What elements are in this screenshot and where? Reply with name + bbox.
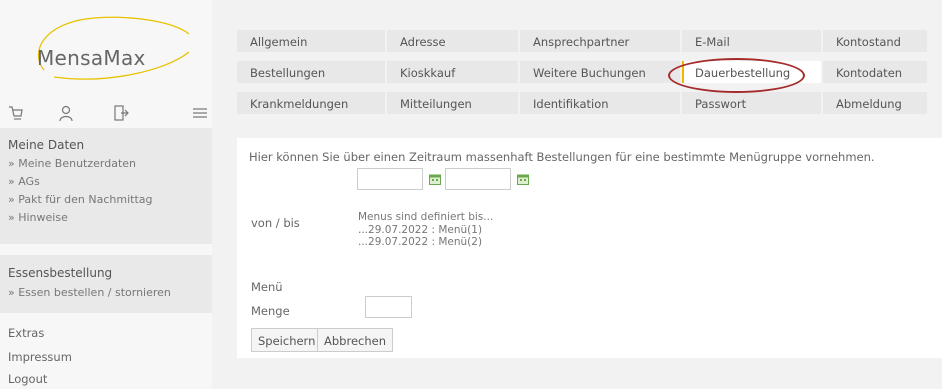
sidebar-icon-row xyxy=(0,104,212,124)
sidebar-item-hinweise[interactable]: » Hinweise xyxy=(0,211,212,224)
sidebar: MensaMax Meine Daten » Meine Benutzerdat… xyxy=(0,0,212,389)
menus-info: Menus sind definiert bis... ...29.07.202… xyxy=(358,211,493,249)
cancel-button[interactable]: Abbrechen xyxy=(317,328,393,352)
menu-icon[interactable] xyxy=(191,104,209,122)
sidebar-link-extras[interactable]: Extras xyxy=(8,326,44,340)
save-button[interactable]: Speichern xyxy=(251,328,323,352)
main-area: Allgemein Adresse Ansprechpartner E-Mail… xyxy=(229,0,942,389)
sidebar-link-impressum[interactable]: Impressum xyxy=(8,350,72,364)
tab-adresse[interactable]: Adresse xyxy=(387,30,518,52)
sidebar-item-ags[interactable]: » AGs xyxy=(0,175,212,188)
panel-meine-daten: Meine Daten » Meine Benutzerdaten » AGs … xyxy=(0,128,212,244)
tab-ansprechpartner[interactable]: Ansprechpartner xyxy=(520,30,680,52)
panel-essensbestellung: Essensbestellung » Essen bestellen / sto… xyxy=(0,255,212,313)
section-title-essensbestellung: Essensbestellung xyxy=(8,266,113,280)
tab-identifikation[interactable]: Identifikation xyxy=(520,92,680,114)
tab-kontodaten[interactable]: Kontodaten xyxy=(823,61,927,83)
tab-abmeldung[interactable]: Abmeldung xyxy=(823,92,927,114)
tab-kioskkauf[interactable]: Kioskkauf xyxy=(387,61,518,83)
tab-mitteilungen[interactable]: Mitteilungen xyxy=(387,92,518,114)
sidebar-item-benutzerdaten[interactable]: » Meine Benutzerdaten xyxy=(0,157,212,170)
sidebar-item-pakt[interactable]: » Pakt für den Nachmittag xyxy=(0,193,212,206)
tab-krankmeldungen[interactable]: Krankmeldungen xyxy=(237,92,385,114)
von-bis-label: von / bis xyxy=(251,216,300,230)
calendar-icon[interactable] xyxy=(429,174,441,185)
tab-email[interactable]: E-Mail xyxy=(682,30,821,52)
cart-icon[interactable] xyxy=(7,104,25,122)
section-title-meine-daten: Meine Daten xyxy=(8,138,85,152)
menus-title: Menus sind definiert bis... xyxy=(358,211,494,223)
tab-allgemein[interactable]: Allgemein xyxy=(237,30,385,52)
logout-icon[interactable] xyxy=(112,104,130,122)
logo-text: MensaMax xyxy=(37,46,146,70)
menu-label: Menü xyxy=(251,280,283,294)
date-from-input[interactable] xyxy=(357,168,423,190)
tab-passwort[interactable]: Passwort xyxy=(682,92,821,114)
sidebar-item-essen-bestellen[interactable]: » Essen bestellen / stornieren xyxy=(0,286,212,299)
menu-line: ...29.07.2022 : Menü(1) xyxy=(358,223,483,236)
tab-bestellungen[interactable]: Bestellungen xyxy=(237,61,385,83)
tab-weitere-buchungen[interactable]: Weitere Buchungen xyxy=(520,61,680,83)
menge-label: Menge xyxy=(251,304,290,318)
menu-line: ...29.07.2022 : Menü(2) xyxy=(358,236,483,248)
intro-text: Hier können Sie über einen Zeitraum mass… xyxy=(249,150,875,164)
user-icon[interactable] xyxy=(57,104,75,122)
highlight-circle xyxy=(668,58,805,93)
content-panel: Hier können Sie über einen Zeitraum mass… xyxy=(237,138,942,358)
tab-kontostand[interactable]: Kontostand xyxy=(823,30,927,52)
sidebar-link-logout[interactable]: Logout xyxy=(8,372,47,386)
date-to-input[interactable] xyxy=(445,168,511,190)
calendar-icon[interactable] xyxy=(517,174,529,185)
quantity-input[interactable] xyxy=(365,296,412,318)
